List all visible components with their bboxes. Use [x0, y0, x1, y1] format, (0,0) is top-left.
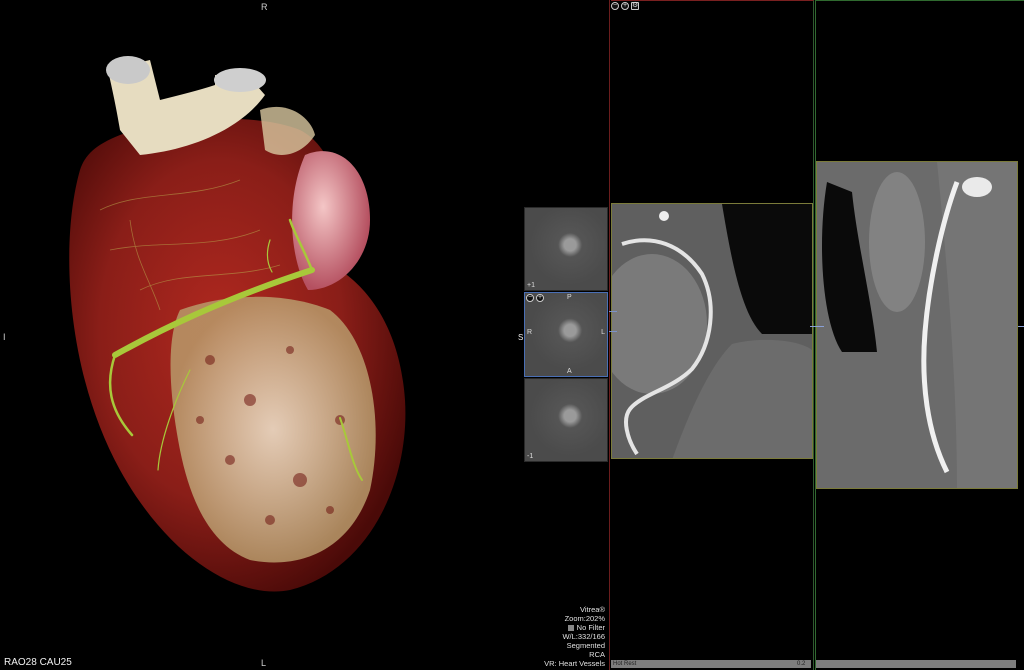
side-letter: S	[518, 333, 524, 342]
scroll-value: 0.2	[797, 661, 806, 667]
orientation-top: R	[261, 2, 268, 12]
curved-mpr-viewport[interactable]: − + ⚙ Hot Rest 0.2	[609, 0, 814, 670]
straightened-vessel-viewport[interactable]	[810, 0, 1024, 670]
marker-tick	[609, 311, 617, 312]
preset-label: VR: Heart Vessels	[544, 659, 605, 668]
thumb-orient-left: R	[527, 329, 533, 336]
thumb-orient-right: L	[601, 329, 605, 336]
orientation-left: I	[3, 332, 6, 342]
filter-label: No Filter	[544, 623, 605, 632]
curved-reformat-image[interactable]	[611, 203, 813, 459]
marker-tick	[609, 331, 617, 332]
thumb-orient-top: P	[567, 294, 572, 301]
thumbnail-label: -1	[527, 453, 534, 460]
viewer-info-overlay: Vitrea® Zoom:202% No Filter W/L:332/166 …	[544, 605, 605, 668]
curved-view-scrollbar[interactable]: Hot Rest 0.2	[611, 660, 811, 668]
zoom-out-icon[interactable]: −	[526, 294, 534, 302]
zoom-out-icon[interactable]: −	[611, 2, 619, 10]
straightened-vessel-image[interactable]	[816, 161, 1018, 489]
brand-label: Vitrea®	[580, 605, 605, 614]
slice-thumbnail-current[interactable]: − + P R L A	[524, 292, 608, 377]
slice-thumbnail-minus1[interactable]: -1	[524, 378, 608, 462]
hot-rest-label: Hot Rest	[613, 661, 637, 667]
zoom-in-icon[interactable]: +	[536, 294, 544, 302]
thumbnail-label: +1	[527, 282, 535, 289]
orientation-bottom: L	[261, 658, 267, 668]
mode-label: Segmented	[566, 641, 605, 650]
zoom-in-icon[interactable]: +	[621, 2, 629, 10]
thumb-orient-bottom: A	[567, 368, 572, 375]
volume-render-viewport[interactable]: R L I +1 − + P R L A -1 S RAO28 CAU25 Vi…	[0, 0, 610, 670]
slice-thumbnail-plus1[interactable]: +1	[524, 207, 608, 291]
filter-icon	[567, 625, 574, 632]
straightened-view-scrollbar[interactable]	[816, 660, 1016, 668]
curved-view-controls[interactable]: − + ⚙	[611, 2, 639, 10]
window-level-label: W/L:332/166	[562, 632, 605, 641]
position-marker-right	[1018, 326, 1024, 327]
thumbnail-zoom-controls[interactable]: − +	[526, 294, 544, 302]
view-angle-label: RAO28 CAU25	[4, 657, 72, 668]
zoom-label: Zoom:202%	[564, 614, 605, 623]
settings-icon[interactable]: ⚙	[631, 2, 639, 10]
heart-volume-render[interactable]	[40, 40, 440, 620]
vessel-label: RCA	[589, 650, 605, 659]
position-marker[interactable]	[810, 326, 824, 327]
